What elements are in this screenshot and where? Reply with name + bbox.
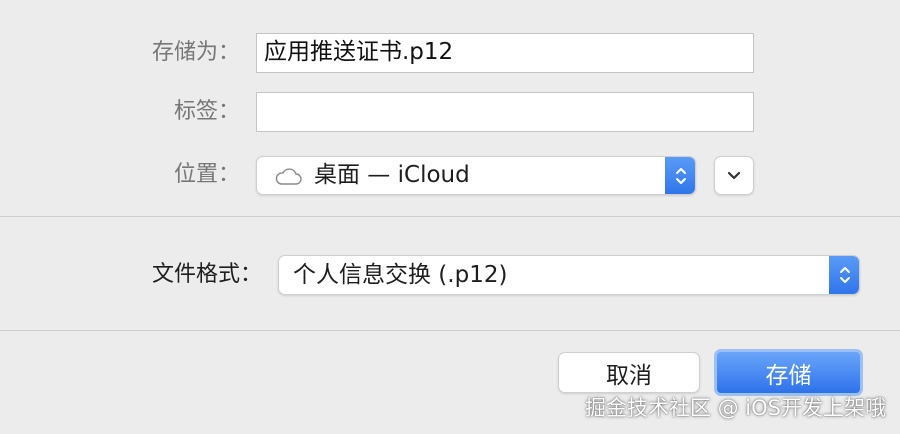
- location-label: 位置：: [173, 162, 240, 187]
- separator-bottom: [0, 330, 900, 331]
- tags-label: 标签：: [173, 99, 240, 124]
- cloud-icon: [273, 166, 303, 186]
- separator-top: [0, 216, 900, 217]
- file-format-value: 个人信息交换 (.p12): [293, 262, 508, 288]
- cancel-button[interactable]: 取消: [558, 352, 700, 393]
- save-button[interactable]: 存储: [714, 349, 863, 396]
- tags-field[interactable]: [256, 92, 754, 132]
- popup-arrows-icon: [829, 256, 859, 294]
- save-as-label: 存储为：: [151, 40, 240, 65]
- location-popup[interactable]: 桌面 — iCloud: [256, 156, 696, 195]
- save-dialog: 存储为： 应用推送证书.p12 标签： 位置： 桌面 — iCloud 文件格式…: [0, 0, 900, 434]
- watermark-text: 掘金技术社区 @ iOS开发上架哦: [584, 396, 886, 420]
- save-as-filename-field[interactable]: 应用推送证书.p12: [256, 33, 754, 73]
- chevron-down-icon: [726, 171, 742, 181]
- location-value: 桌面 — iCloud: [314, 162, 470, 188]
- file-format-label: 文件格式：: [151, 262, 262, 287]
- file-format-popup[interactable]: 个人信息交换 (.p12): [278, 255, 860, 295]
- popup-arrows-icon: [665, 157, 695, 194]
- expand-browser-button[interactable]: [714, 156, 754, 195]
